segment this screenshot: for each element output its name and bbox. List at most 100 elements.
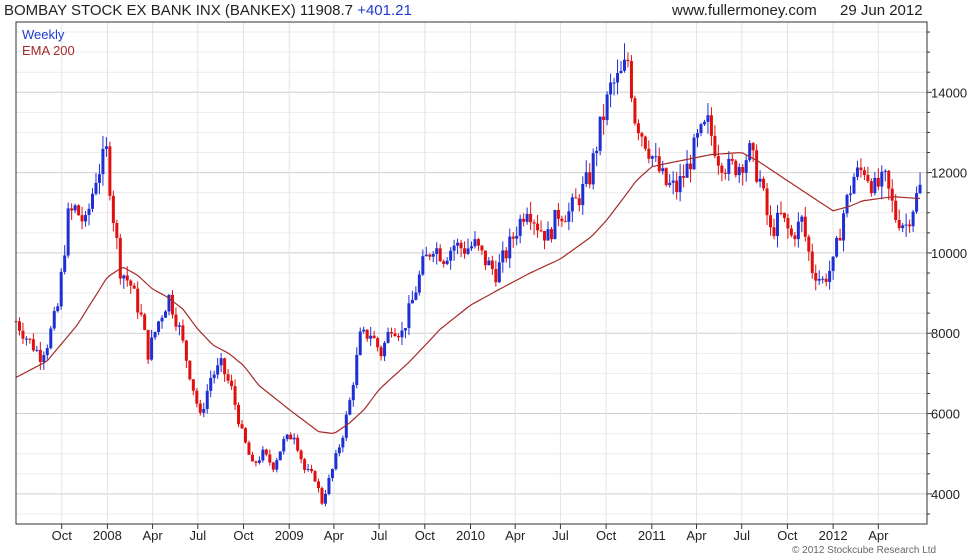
candle-body bbox=[268, 454, 272, 463]
candle-body bbox=[254, 461, 258, 463]
candle-body bbox=[157, 321, 161, 332]
candle-body bbox=[369, 335, 373, 339]
candle-down bbox=[237, 402, 241, 428]
x-tick-label: 2009 bbox=[275, 528, 304, 543]
candle-down bbox=[188, 360, 192, 381]
candle-body bbox=[296, 437, 300, 451]
candle-body bbox=[476, 239, 480, 246]
candle-body bbox=[786, 217, 790, 229]
candle-body bbox=[567, 211, 571, 222]
candle-up bbox=[49, 325, 53, 350]
legend-period: Weekly bbox=[22, 27, 65, 42]
x-tick-label: Oct bbox=[596, 528, 617, 543]
candle-body bbox=[292, 437, 296, 440]
candle-body bbox=[70, 208, 74, 211]
candle-body bbox=[396, 335, 400, 338]
candle-body bbox=[678, 176, 682, 193]
y-tick-label: 12000 bbox=[931, 166, 967, 181]
candle-down bbox=[118, 233, 122, 285]
candle-body bbox=[257, 460, 261, 463]
candle-up bbox=[835, 235, 839, 258]
y-tick-label: 14000 bbox=[931, 85, 967, 100]
candle-body bbox=[605, 94, 609, 121]
candle-body bbox=[223, 358, 227, 375]
candle-body bbox=[285, 434, 289, 440]
candle-body bbox=[501, 250, 505, 263]
candle-body bbox=[577, 198, 581, 206]
candle-body bbox=[894, 200, 898, 221]
candle-body bbox=[170, 294, 174, 315]
x-axis: Oct 2008 Apr Jul Oct 2009 Apr Jul Oct 2010 Apr Jul O… bbox=[52, 524, 889, 543]
candle-body bbox=[80, 215, 84, 222]
candle-body bbox=[150, 337, 154, 360]
candle-body bbox=[525, 213, 529, 222]
candle-body bbox=[689, 163, 693, 170]
candle-body bbox=[616, 73, 620, 83]
candle-body bbox=[675, 180, 679, 193]
candle-body bbox=[574, 197, 578, 199]
candle-body bbox=[487, 260, 491, 266]
candle-body bbox=[355, 354, 359, 386]
candle-body bbox=[911, 211, 915, 227]
candle-body bbox=[706, 115, 710, 122]
candle-down bbox=[143, 312, 147, 331]
x-tick-label: Oct bbox=[52, 528, 73, 543]
candle-body bbox=[859, 167, 863, 171]
candle-body bbox=[97, 174, 101, 183]
candle-body bbox=[306, 468, 310, 470]
candle-body bbox=[250, 454, 254, 462]
candle-body bbox=[334, 453, 338, 469]
candle-body bbox=[233, 386, 237, 405]
candle-body bbox=[546, 229, 550, 241]
candle-up bbox=[358, 327, 362, 356]
candle-body bbox=[94, 182, 98, 194]
x-tick-label: 2008 bbox=[93, 528, 122, 543]
candle-body bbox=[111, 195, 115, 224]
candle-body bbox=[101, 148, 105, 175]
candle-body bbox=[383, 342, 387, 357]
candle-body bbox=[782, 212, 786, 218]
candle-body bbox=[424, 254, 428, 257]
candle-body bbox=[591, 153, 595, 185]
candle-body bbox=[553, 209, 557, 240]
candle-body bbox=[643, 136, 647, 149]
candle-body bbox=[918, 184, 922, 194]
candle-body bbox=[855, 167, 859, 177]
candle-body bbox=[195, 390, 199, 404]
price-chart: 4000 6000 8000 10000 12000 14000 Oct 2008 Apr Ju… bbox=[14, 21, 967, 543]
candle-body bbox=[403, 328, 407, 331]
candle-body bbox=[376, 338, 380, 348]
candle-body bbox=[466, 248, 470, 254]
candle-body bbox=[463, 248, 467, 254]
candle-body bbox=[737, 167, 741, 176]
candle-body bbox=[21, 330, 25, 339]
candle-body bbox=[796, 221, 800, 240]
candle-body bbox=[143, 314, 147, 330]
candle-body bbox=[758, 178, 762, 182]
candle-body bbox=[247, 442, 251, 455]
y-tick-label: 6000 bbox=[931, 407, 960, 422]
candle-body bbox=[323, 493, 327, 504]
candle-body bbox=[341, 437, 345, 448]
candle-up bbox=[553, 209, 557, 240]
candle-body bbox=[237, 404, 241, 425]
candle-body bbox=[313, 471, 317, 482]
candle-body bbox=[400, 330, 404, 338]
x-tick-label: Jul bbox=[189, 528, 206, 543]
candle-body bbox=[28, 338, 32, 340]
candle-body bbox=[191, 379, 195, 391]
candle-body bbox=[122, 275, 126, 279]
candle-body bbox=[230, 380, 234, 387]
candle-up bbox=[598, 116, 602, 156]
candle-body bbox=[828, 270, 832, 282]
candle-body bbox=[508, 236, 512, 259]
candle-body bbox=[216, 365, 220, 375]
x-tick-label: Jul bbox=[552, 528, 569, 543]
candle-down bbox=[734, 159, 738, 178]
candle-body bbox=[793, 235, 797, 240]
candle-body bbox=[838, 237, 842, 241]
candle-body bbox=[452, 245, 456, 251]
candle-body bbox=[765, 188, 769, 216]
candle-body bbox=[741, 167, 745, 173]
candle-body bbox=[421, 256, 425, 275]
